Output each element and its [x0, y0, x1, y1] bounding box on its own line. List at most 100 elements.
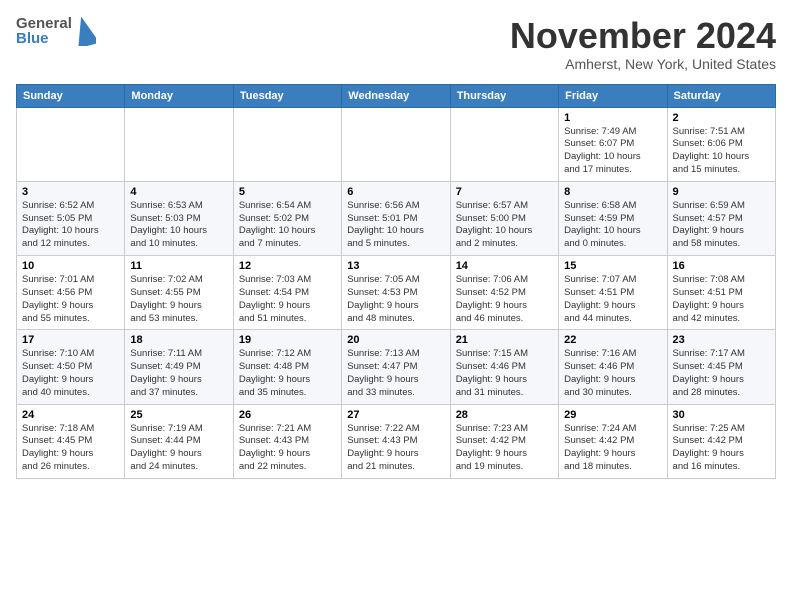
- day-info: Sunrise: 7:10 AM Sunset: 4:50 PM Dayligh…: [22, 348, 119, 399]
- month-title: November 2024: [510, 16, 776, 56]
- calendar-cell: 3 Sunrise: 6:52 AM Sunset: 5:05 PM Daylig…: [17, 181, 125, 255]
- calendar-cell: 12Sunrise: 7:03 AM Sunset: 4:54 PM Dayli…: [233, 256, 341, 330]
- day-number: 19: [239, 334, 336, 346]
- day-info: Sunrise: 7:12 AM Sunset: 4:48 PM Dayligh…: [239, 348, 336, 399]
- calendar-cell: 9 Sunrise: 6:59 AM Sunset: 4:57 PM Daylig…: [667, 181, 775, 255]
- location-subtitle: Amherst, New York, United States: [510, 56, 776, 72]
- day-number: 28: [456, 409, 553, 421]
- day-number: 23: [673, 334, 770, 346]
- day-info: Sunrise: 7:16 AM Sunset: 4:46 PM Dayligh…: [564, 348, 661, 399]
- calendar-cell: 20 Sunrise: 7:13 AM Sunset: 4:47 PM Dayli…: [342, 330, 450, 404]
- calendar-week-row: 1Sunrise: 7:49 AM Sunset: 6:07 PM Daylig…: [17, 107, 776, 181]
- calendar-cell: 6Sunrise: 6:56 AM Sunset: 5:01 PM Daylig…: [342, 181, 450, 255]
- calendar-cell: 15 Sunrise: 7:07 AM Sunset: 4:51 PM Dayli…: [559, 256, 667, 330]
- calendar-cell: 2 Sunrise: 7:51 AM Sunset: 6:06 PM Daylig…: [667, 107, 775, 181]
- day-info: Sunrise: 7:05 AM Sunset: 4:53 PM Dayligh…: [347, 274, 444, 325]
- day-number: 20: [347, 334, 444, 346]
- calendar-cell: [233, 107, 341, 181]
- day-number: 21: [456, 334, 553, 346]
- day-info: Sunrise: 7:07 AM Sunset: 4:51 PM Dayligh…: [564, 274, 661, 325]
- day-number: 13: [347, 260, 444, 272]
- day-info: Sunrise: 7:02 AM Sunset: 4:55 PM Dayligh…: [130, 274, 227, 325]
- day-info: Sunrise: 6:59 AM Sunset: 4:57 PM Dayligh…: [673, 200, 770, 251]
- calendar-cell: 26Sunrise: 7:21 AM Sunset: 4:43 PM Dayli…: [233, 404, 341, 478]
- calendar-cell: 7 Sunrise: 6:57 AM Sunset: 5:00 PM Daylig…: [450, 181, 558, 255]
- day-header-sunday: Sunday: [17, 84, 125, 107]
- day-info: Sunrise: 7:06 AM Sunset: 4:52 PM Dayligh…: [456, 274, 553, 325]
- day-number: 16: [673, 260, 770, 272]
- day-number: 18: [130, 334, 227, 346]
- day-info: Sunrise: 7:51 AM Sunset: 6:06 PM Dayligh…: [673, 126, 770, 177]
- calendar-cell: 5 Sunrise: 6:54 AM Sunset: 5:02 PM Daylig…: [233, 181, 341, 255]
- calendar-cell: 30 Sunrise: 7:25 AM Sunset: 4:42 PM Dayli…: [667, 404, 775, 478]
- calendar-cell: [125, 107, 233, 181]
- day-info: Sunrise: 6:53 AM Sunset: 5:03 PM Dayligh…: [130, 200, 227, 251]
- calendar-cell: 21 Sunrise: 7:15 AM Sunset: 4:46 PM Dayli…: [450, 330, 558, 404]
- calendar-cell: 13 Sunrise: 7:05 AM Sunset: 4:53 PM Dayli…: [342, 256, 450, 330]
- calendar-cell: 19 Sunrise: 7:12 AM Sunset: 4:48 PM Dayli…: [233, 330, 341, 404]
- day-info: Sunrise: 6:52 AM Sunset: 5:05 PM Dayligh…: [22, 200, 119, 251]
- logo: General Blue: [16, 16, 96, 46]
- calendar-cell: 10 Sunrise: 7:01 AM Sunset: 4:56 PM Dayli…: [17, 256, 125, 330]
- day-info: Sunrise: 7:24 AM Sunset: 4:42 PM Dayligh…: [564, 423, 661, 474]
- day-info: Sunrise: 7:21 AM Sunset: 4:43 PM Dayligh…: [239, 423, 336, 474]
- logo-blue-text: Blue: [16, 31, 72, 46]
- day-number: 17: [22, 334, 119, 346]
- calendar-cell: 4 Sunrise: 6:53 AM Sunset: 5:03 PM Daylig…: [125, 181, 233, 255]
- calendar-cell: 14 Sunrise: 7:06 AM Sunset: 4:52 PM Dayli…: [450, 256, 558, 330]
- calendar-header-row: SundayMondayTuesdayWednesdayThursdayFrid…: [17, 84, 776, 107]
- day-number: 2: [673, 112, 770, 124]
- logo-flag-icon: [74, 16, 96, 46]
- day-info: Sunrise: 7:13 AM Sunset: 4:47 PM Dayligh…: [347, 348, 444, 399]
- day-header-monday: Monday: [125, 84, 233, 107]
- day-number: 24: [22, 409, 119, 421]
- day-number: 15: [564, 260, 661, 272]
- day-info: Sunrise: 7:22 AM Sunset: 4:43 PM Dayligh…: [347, 423, 444, 474]
- day-info: Sunrise: 7:01 AM Sunset: 4:56 PM Dayligh…: [22, 274, 119, 325]
- day-number: 10: [22, 260, 119, 272]
- day-number: 4: [130, 186, 227, 198]
- calendar-cell: 16 Sunrise: 7:08 AM Sunset: 4:51 PM Dayli…: [667, 256, 775, 330]
- calendar-week-row: 3 Sunrise: 6:52 AM Sunset: 5:05 PM Daylig…: [17, 181, 776, 255]
- calendar-cell: 22 Sunrise: 7:16 AM Sunset: 4:46 PM Dayli…: [559, 330, 667, 404]
- day-info: Sunrise: 7:25 AM Sunset: 4:42 PM Dayligh…: [673, 423, 770, 474]
- day-info: Sunrise: 7:03 AM Sunset: 4:54 PM Dayligh…: [239, 274, 336, 325]
- calendar-cell: 25Sunrise: 7:19 AM Sunset: 4:44 PM Dayli…: [125, 404, 233, 478]
- day-info: Sunrise: 7:08 AM Sunset: 4:51 PM Dayligh…: [673, 274, 770, 325]
- calendar-cell: 18 Sunrise: 7:11 AM Sunset: 4:49 PM Dayli…: [125, 330, 233, 404]
- day-info: Sunrise: 7:23 AM Sunset: 4:42 PM Dayligh…: [456, 423, 553, 474]
- day-number: 22: [564, 334, 661, 346]
- day-number: 30: [673, 409, 770, 421]
- day-info: Sunrise: 7:15 AM Sunset: 4:46 PM Dayligh…: [456, 348, 553, 399]
- day-number: 29: [564, 409, 661, 421]
- day-number: 27: [347, 409, 444, 421]
- calendar-cell: 27 Sunrise: 7:22 AM Sunset: 4:43 PM Dayli…: [342, 404, 450, 478]
- day-number: 7: [456, 186, 553, 198]
- day-info: Sunrise: 6:56 AM Sunset: 5:01 PM Dayligh…: [347, 200, 444, 251]
- day-info: Sunrise: 6:57 AM Sunset: 5:00 PM Dayligh…: [456, 200, 553, 251]
- day-number: 5: [239, 186, 336, 198]
- calendar-cell: [342, 107, 450, 181]
- day-info: Sunrise: 6:54 AM Sunset: 5:02 PM Dayligh…: [239, 200, 336, 251]
- calendar-cell: 8Sunrise: 6:58 AM Sunset: 4:59 PM Daylig…: [559, 181, 667, 255]
- day-number: 14: [456, 260, 553, 272]
- day-header-saturday: Saturday: [667, 84, 775, 107]
- day-info: Sunrise: 6:58 AM Sunset: 4:59 PM Dayligh…: [564, 200, 661, 251]
- logo-general-text: General: [16, 16, 72, 31]
- day-number: 9: [673, 186, 770, 198]
- calendar-table: SundayMondayTuesdayWednesdayThursdayFrid…: [16, 84, 776, 479]
- day-number: 11: [130, 260, 227, 272]
- calendar-cell: 17 Sunrise: 7:10 AM Sunset: 4:50 PM Dayli…: [17, 330, 125, 404]
- calendar-cell: 29 Sunrise: 7:24 AM Sunset: 4:42 PM Dayli…: [559, 404, 667, 478]
- day-header-wednesday: Wednesday: [342, 84, 450, 107]
- day-number: 1: [564, 112, 661, 124]
- title-area: November 2024 Amherst, New York, United …: [510, 16, 776, 72]
- day-info: Sunrise: 7:11 AM Sunset: 4:49 PM Dayligh…: [130, 348, 227, 399]
- day-number: 3: [22, 186, 119, 198]
- calendar-cell: [17, 107, 125, 181]
- calendar-cell: 24Sunrise: 7:18 AM Sunset: 4:45 PM Dayli…: [17, 404, 125, 478]
- day-header-thursday: Thursday: [450, 84, 558, 107]
- calendar-cell: 28 Sunrise: 7:23 AM Sunset: 4:42 PM Dayli…: [450, 404, 558, 478]
- day-info: Sunrise: 7:17 AM Sunset: 4:45 PM Dayligh…: [673, 348, 770, 399]
- calendar-cell: 1Sunrise: 7:49 AM Sunset: 6:07 PM Daylig…: [559, 107, 667, 181]
